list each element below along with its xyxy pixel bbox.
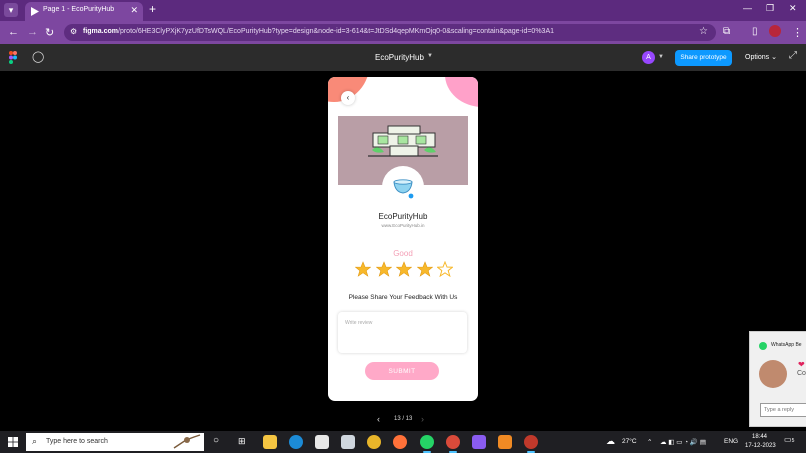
back-button[interactable]: ‹ bbox=[341, 91, 355, 105]
firefox-icon[interactable] bbox=[393, 435, 407, 449]
store-icon[interactable] bbox=[315, 435, 329, 449]
decorative-blob bbox=[445, 77, 478, 107]
mail-icon[interactable] bbox=[341, 435, 355, 449]
star-rating[interactable] bbox=[355, 261, 453, 277]
whatsapp-taskbar-icon[interactable] bbox=[420, 435, 434, 453]
review-input[interactable] bbox=[338, 312, 467, 353]
options-menu[interactable]: Options ⌄ bbox=[745, 53, 777, 61]
chevron-down-icon[interactable]: ▼ bbox=[427, 53, 433, 59]
chrome-profile-icon[interactable] bbox=[446, 435, 460, 453]
feedback-screen: ‹ EcoPurityHub www.EcoPurityHub.in Good … bbox=[328, 77, 478, 401]
figma-toolbar: ◯ EcoPurityHub ▼ A ▼ Share prototype Opt… bbox=[0, 44, 806, 71]
star-filled-icon[interactable] bbox=[396, 261, 412, 277]
chevron-down-icon[interactable]: ▼ bbox=[658, 54, 664, 60]
frame-counter: 13 / 13 bbox=[394, 416, 413, 422]
figma-favicon-icon bbox=[31, 7, 39, 16]
widgets-icon[interactable]: ⊞ bbox=[238, 436, 246, 447]
clock-date[interactable]: 17-12-2023 bbox=[745, 443, 776, 449]
forward-arrow-icon[interactable]: → bbox=[27, 26, 38, 38]
system-tray-icons[interactable]: ☁ ◧ ▭ ◔ 🔊 ▤ bbox=[660, 438, 706, 446]
sender-avatar bbox=[759, 360, 787, 388]
rating-label: Good bbox=[393, 249, 413, 258]
user-avatar[interactable]: A bbox=[642, 51, 655, 64]
whatsapp-icon bbox=[759, 342, 767, 350]
restore-icon[interactable]: ❐ bbox=[766, 3, 774, 14]
project-name[interactable]: EcoPurityHub bbox=[375, 53, 424, 62]
star-filled-icon[interactable] bbox=[355, 261, 371, 277]
weather-icon[interactable]: ☁ bbox=[606, 436, 615, 447]
browser-tab-strip: ▾ Page 1 - EcoPurityHub ✕ + — ❐ ✕ bbox=[0, 0, 806, 21]
browser-tab[interactable]: Page 1 - EcoPurityHub ✕ bbox=[25, 2, 143, 21]
minimize-icon[interactable]: — bbox=[743, 3, 752, 13]
search-highlight-image bbox=[173, 434, 201, 449]
whatsapp-notification[interactable]: WhatsApp Be ❤ Co bbox=[749, 331, 806, 427]
app-icon[interactable] bbox=[472, 435, 486, 449]
address-bar[interactable]: ⚙ figma.com/proto/6HE3ClyPXjK7yzUfDTsWQL… bbox=[64, 24, 716, 41]
bookmark-star-icon[interactable]: ☆ bbox=[699, 26, 708, 37]
edge-icon[interactable] bbox=[289, 435, 303, 449]
extensions-icon[interactable]: ⧉ bbox=[723, 26, 730, 37]
store-website[interactable]: www.EcoPurityHub.in bbox=[328, 223, 478, 228]
new-tab-icon[interactable]: + bbox=[149, 2, 156, 16]
profile-avatar[interactable] bbox=[769, 25, 781, 37]
notification-count: 5 bbox=[791, 438, 795, 444]
search-icon: ⌕ bbox=[32, 436, 38, 446]
site-info-icon[interactable]: ⚙ bbox=[70, 27, 77, 36]
task-view-icon[interactable]: ○ bbox=[213, 435, 219, 446]
window-close-icon[interactable]: ✕ bbox=[789, 3, 797, 14]
chrome-active-icon[interactable] bbox=[524, 435, 538, 453]
comment-icon[interactable]: ◯ bbox=[32, 50, 44, 63]
file-explorer-icon[interactable] bbox=[263, 435, 277, 449]
message-preview: Co bbox=[797, 370, 806, 377]
expand-icon[interactable]: ⤢ bbox=[789, 50, 797, 61]
url-text: figma.com/proto/6HE3ClyPXjK7yzUfDTsWQL/E… bbox=[83, 28, 555, 35]
notification-title: WhatsApp Be bbox=[771, 342, 802, 348]
show-hidden-icons-icon[interactable]: ⌃ bbox=[647, 438, 652, 446]
previous-frame-icon[interactable]: ‹ bbox=[377, 414, 380, 424]
notification-center-icon[interactable]: ▭5 bbox=[784, 435, 794, 444]
store-name: EcoPurityHub bbox=[378, 212, 428, 221]
chrome-icon[interactable] bbox=[367, 435, 381, 449]
clock-time[interactable]: 18:44 bbox=[752, 434, 767, 440]
back-arrow-icon[interactable]: ← bbox=[8, 26, 19, 38]
windows-taskbar: ⌕ Type here to search ○ ⊞ ☁ 27°C ⌃ ☁ ◧ ▭… bbox=[0, 431, 806, 453]
tab-close-icon[interactable]: ✕ bbox=[130, 5, 138, 16]
taskbar-search[interactable]: ⌕ Type here to search bbox=[26, 433, 204, 451]
star-empty-icon[interactable] bbox=[437, 261, 453, 277]
store-logo bbox=[382, 166, 424, 208]
heart-icon: ❤ bbox=[798, 360, 805, 369]
submit-button[interactable]: SUBMIT bbox=[365, 362, 439, 380]
tab-search-button[interactable]: ▾ bbox=[4, 3, 18, 17]
figma-logo-icon[interactable] bbox=[9, 51, 17, 64]
java-icon[interactable] bbox=[498, 435, 512, 449]
tab-title: Page 1 - EcoPurityHub bbox=[43, 6, 115, 13]
star-filled-icon[interactable] bbox=[375, 261, 392, 277]
search-placeholder: Type here to search bbox=[46, 438, 108, 445]
star-filled-icon[interactable] bbox=[416, 261, 433, 277]
input-language[interactable]: ENG bbox=[724, 438, 738, 445]
water-bowl-icon bbox=[393, 179, 414, 199]
reply-input[interactable] bbox=[760, 403, 806, 417]
reload-icon[interactable]: ↻ bbox=[45, 26, 54, 39]
side-panel-icon[interactable]: ▯ bbox=[752, 26, 758, 37]
windows-start-icon[interactable] bbox=[8, 437, 18, 447]
share-prototype-button[interactable]: Share prototype bbox=[675, 50, 732, 66]
next-frame-icon[interactable]: › bbox=[421, 414, 424, 424]
feedback-prompt: Please Share Your Feedback With Us bbox=[348, 294, 458, 301]
browser-nav-bar: ← → ↻ ⚙ figma.com/proto/6HE3ClyPXjK7yzUf… bbox=[0, 21, 806, 44]
browser-menu-icon[interactable]: ⋮ bbox=[792, 26, 803, 39]
temperature[interactable]: 27°C bbox=[622, 438, 637, 445]
